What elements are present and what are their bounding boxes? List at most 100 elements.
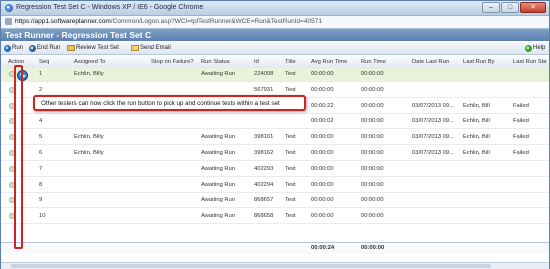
cell-run-time: 00:00:00 xyxy=(361,197,384,204)
cell-id: 868658 xyxy=(254,213,274,220)
cell-title: Test xyxy=(285,86,296,93)
browser-window: Regression Test Set C - Windows XP / IE6… xyxy=(0,0,550,269)
col-seq[interactable]: Seq xyxy=(39,59,49,65)
maximize-button[interactable]: □ xyxy=(501,2,519,13)
cell-date-last-run: 03/07/2013 09... xyxy=(412,102,454,109)
minimize-button[interactable]: – xyxy=(482,2,500,13)
cell-id: 398162 xyxy=(254,150,274,156)
table-row[interactable]: 5 Echlin, Billy Awaiting Run 398161 Test 00:0… xyxy=(1,131,549,146)
table-row[interactable]: 6 Echlin, Billy Awaiting Run 398162 Test 00:0… xyxy=(1,147,549,161)
cell-assigned-to: Echlin, Billy xyxy=(74,71,104,77)
cell-avg-run-time: 00:00:00 xyxy=(311,197,334,204)
cell-title: Test xyxy=(285,197,296,204)
col-avg-run-time[interactable]: Avg Run Time xyxy=(311,59,347,65)
footer-avg-run-time: 00:00:24 xyxy=(311,245,335,251)
col-last-run-by[interactable]: Last Run By xyxy=(463,59,495,65)
table-row[interactable]: 8 Awaiting Run 402294 Test 00:00:00 00:00:00 xyxy=(1,179,549,193)
table-row[interactable]: 10 Awaiting Run 868658 Test 00:00:00 00:00:00 xyxy=(1,210,549,225)
send-email-button[interactable]: Send Email xyxy=(131,43,171,53)
folder-icon xyxy=(67,45,75,51)
cell-last-run-status: Failed xyxy=(513,102,529,109)
horizontal-scrollbar[interactable] xyxy=(1,262,549,269)
cell-seq: 8 xyxy=(39,181,43,188)
col-date-last-run[interactable]: Date Last Run xyxy=(412,59,449,65)
help-button[interactable]: Help xyxy=(525,43,545,53)
review-test-set-button[interactable]: Review Test Set xyxy=(67,43,119,53)
cell-run-status: Awaiting Run xyxy=(201,213,236,220)
email-label: Send Email xyxy=(140,45,171,51)
cell-run-time: 00:00:00 xyxy=(361,213,384,220)
close-button[interactable]: ✕ xyxy=(520,2,546,13)
run-button[interactable]: Run xyxy=(4,43,23,53)
cell-run-time: 00:00:00 xyxy=(361,134,384,141)
cell-run-status: Awaiting Run xyxy=(201,165,236,172)
cell-run-time: 00:00:00 xyxy=(361,165,384,172)
cell-date-last-run: 03/07/2013 09... xyxy=(412,150,454,156)
cell-seq: 9 xyxy=(39,197,43,204)
end-run-button[interactable]: End Run xyxy=(29,43,60,53)
cell-avg-run-time: 00:00:00 xyxy=(311,86,334,93)
url-path: /Common/Logon.asp?WCI=tplTestRunner&WCE=… xyxy=(110,18,322,25)
cell-run-time: 00:00:00 xyxy=(361,71,384,77)
url-text[interactable]: https://app1.softwareplanner.com/Common/… xyxy=(15,18,322,25)
cell-avg-run-time: 00:00:00 xyxy=(311,71,334,77)
cell-seq: 7 xyxy=(39,165,43,172)
cell-run-status: Awaiting Run xyxy=(201,197,236,204)
scrollbar-thumb[interactable] xyxy=(11,264,491,268)
col-id[interactable]: Id xyxy=(254,59,259,65)
cell-last-run-status: Failed xyxy=(513,150,529,156)
address-bar[interactable]: https://app1.softwareplanner.com/Common/… xyxy=(1,16,549,29)
footer-run-time: 00:00:00 xyxy=(361,245,385,251)
cell-id: 868657 xyxy=(254,197,274,204)
run-label: Run xyxy=(12,45,24,51)
cell-run-status: Awaiting Run xyxy=(201,134,236,141)
end-run-label: End Run xyxy=(37,45,61,51)
col-title[interactable]: Title xyxy=(285,59,296,65)
end-run-icon xyxy=(29,44,36,52)
cell-avg-run-time: 00:00:00 xyxy=(311,150,334,156)
table-row[interactable]: 9 Awaiting Run 868657 Test 00:00:00 00:00:00 xyxy=(1,194,549,209)
col-run-time[interactable]: Run Time xyxy=(361,59,386,65)
action-column-highlight xyxy=(14,65,23,249)
window-controls: – □ ✕ xyxy=(482,2,546,13)
cell-seq: 1 xyxy=(39,71,43,77)
cell-run-time: 00:00:00 xyxy=(361,86,384,93)
cell-seq: 6 xyxy=(39,150,43,156)
cell-date-last-run: 03/07/2013 09... xyxy=(412,134,454,141)
cell-assigned-to: Echlin, Billy xyxy=(74,150,104,156)
cell-id: 224008 xyxy=(254,71,274,77)
col-last-run-status[interactable]: Last Run Sta xyxy=(513,59,547,65)
cell-seq: 5 xyxy=(39,134,43,141)
cell-run-time: 00:00:00 xyxy=(361,118,384,125)
cell-title: Test xyxy=(285,181,296,188)
table-row[interactable]: 1 Echlin, Billy Awaiting Run 224008 Test 00:0… xyxy=(1,68,549,82)
cell-title: Test xyxy=(285,165,296,172)
lock-icon xyxy=(5,18,12,25)
col-assigned-to[interactable]: Assigned To xyxy=(74,59,105,65)
cell-run-status: Awaiting Run xyxy=(201,71,236,77)
cell-avg-run-time: 00:00:00 xyxy=(311,181,334,188)
cell-run-status: Awaiting Run xyxy=(201,181,236,188)
cell-id: 567931 xyxy=(254,86,274,93)
cell-assigned-to: Echlin, Billy xyxy=(74,134,104,141)
help-icon xyxy=(525,44,532,52)
cell-last-run-by: Echlin, Bill xyxy=(463,134,490,141)
cell-seq: 2 xyxy=(39,86,43,93)
col-stop-on-failure[interactable]: Stop on Failure? xyxy=(151,59,194,65)
table-row[interactable]: 7 Awaiting Run 402293 Test 00:00:00 00:00:00 xyxy=(1,163,549,177)
cell-avg-run-time: 00:00:00 xyxy=(311,165,334,172)
cell-last-run-status: Failed xyxy=(513,118,529,125)
cell-title: Test xyxy=(285,213,296,220)
callout-text: Other testers can now click the run butt… xyxy=(41,100,280,107)
cell-run-time: 00:00:00 xyxy=(361,102,384,109)
chrome-icon xyxy=(5,4,13,12)
cell-title: Test xyxy=(285,134,296,141)
help-label: Help xyxy=(533,45,546,51)
title-bar: Regression Test Set C - Windows XP / IE6… xyxy=(1,1,549,16)
cell-avg-run-time: 00:00:02 xyxy=(311,118,334,125)
run-icon xyxy=(4,44,11,52)
email-icon xyxy=(131,45,139,51)
cell-id: 402293 xyxy=(254,165,274,172)
table-row[interactable]: 4 00:00:02 00:00:00 03/07/2013 09... Echlin,… xyxy=(1,115,549,130)
col-run-status[interactable]: Run Status xyxy=(201,59,230,65)
